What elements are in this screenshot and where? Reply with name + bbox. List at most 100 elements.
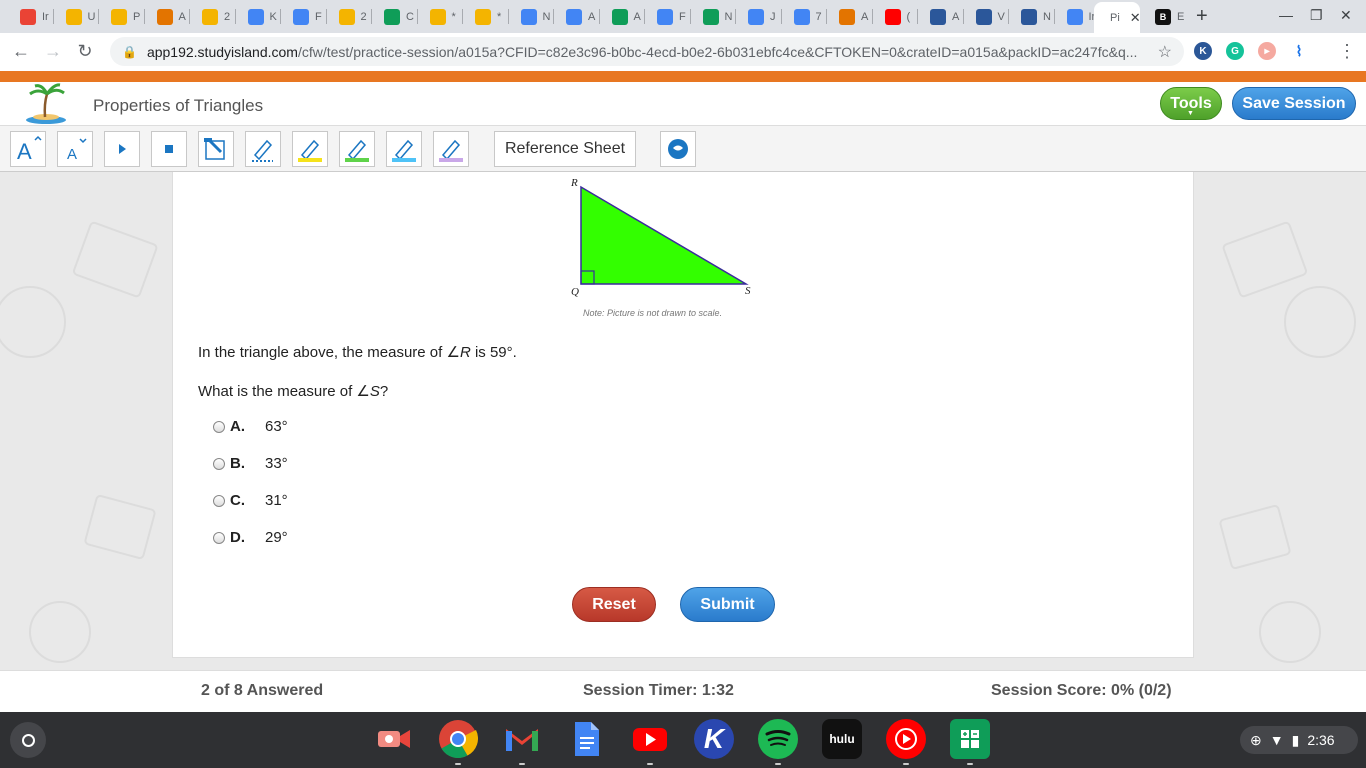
browser-tab[interactable]: * [418,4,463,29]
chrome-menu-icon[interactable]: ⋮ [1338,41,1356,62]
answer-choice-d[interactable]: D. 29° [213,529,288,546]
address-bar[interactable]: 🔒 app192.studyisland.com/cfw/test/practi… [110,37,1184,66]
highlighter-green-icon[interactable] [339,131,375,167]
launcher-icon[interactable] [10,722,46,758]
kami-extension-icon[interactable]: K [1194,42,1212,60]
choice-value: 33° [265,455,288,472]
back-icon[interactable]: ← [10,41,32,62]
chat-icon[interactable] [660,131,696,167]
browser-tab[interactable]: F [645,4,691,29]
stop-icon[interactable] [151,131,187,167]
youtube-icon[interactable] [630,719,670,759]
os-shelf: K hulu ⊕ ▼ ▮ 2:36 [0,712,1366,768]
screencastify-extension-icon[interactable]: ▸ [1258,42,1276,60]
drive-icon [611,8,628,25]
radio-button[interactable] [213,457,225,470]
browser-tab[interactable]: U [54,4,99,29]
b-icon: B [1155,8,1171,25]
kahoot-icon[interactable]: K [694,719,734,759]
url-path: /cfw/test/practice-session/a015a?CFID=c8… [297,43,1138,60]
font-decrease-icon[interactable]: A [57,131,93,167]
forward-icon[interactable]: → [42,41,64,62]
grammarly-extension-icon[interactable]: G [1226,42,1244,60]
font-increase-icon[interactable]: A [10,131,46,167]
screencast-icon[interactable] [374,719,414,759]
close-window-icon[interactable]: ✕ [1340,7,1352,24]
submit-button[interactable]: Submit [680,587,775,622]
minimize-icon[interactable]: — [1279,7,1293,23]
browser-tab[interactable]: J [736,4,782,29]
answer-choice-a[interactable]: A. 63° [213,418,288,435]
answer-choice-c[interactable]: C. 31° [213,492,288,509]
slides-icon [475,8,491,25]
browser-tab[interactable]: 7 [782,4,827,29]
gmail-icon[interactable] [502,719,542,759]
google-icon [793,8,810,25]
browser-tab[interactable]: F [281,4,327,29]
browser-tab[interactable]: N [691,4,736,29]
page-title: Properties of Triangles [93,96,264,115]
session-timer: Session Timer: 1:32 [583,682,734,699]
tab-label: F [679,10,686,23]
new-tab-icon[interactable]: + [1196,5,1208,28]
browser-tab[interactable]: 2 [190,4,236,29]
tools-button[interactable]: Tools ▼ [1160,87,1222,120]
restore-icon[interactable]: ❐ [1310,7,1323,24]
classroom-icon [384,8,400,25]
stem-suffix: is 59°. [470,344,517,361]
radio-button[interactable] [213,420,225,433]
sheets-icon[interactable] [950,719,990,759]
tab-active[interactable]: Pi ✕ [1094,2,1140,33]
youtube-music-icon[interactable] [886,719,926,759]
running-indicator [775,763,781,765]
browser-tab[interactable]: N [509,4,554,29]
radio-button[interactable] [213,531,225,544]
choice-letter: D. [230,529,245,546]
browser-tab[interactable]: A [827,4,873,29]
reference-sheet-button[interactable]: Reference Sheet [494,131,636,167]
save-session-button[interactable]: Save Session [1232,87,1356,120]
browser-tab[interactable]: N [1009,4,1055,29]
highlighter-blue-icon[interactable] [386,131,422,167]
browser-tab[interactable]: Ir [8,4,54,29]
browser-tab[interactable]: A [600,4,645,29]
browser-tab[interactable]: K [236,4,281,29]
docs-icon[interactable] [566,719,606,759]
svg-text:A: A [67,146,77,163]
browser-tab[interactable]: V [964,4,1009,29]
hulu-icon[interactable]: hulu [822,719,862,759]
line-reader-icon[interactable] [198,131,234,167]
docs-icon [657,8,673,25]
browser-tab[interactable]: ( [873,4,918,29]
radio-button[interactable] [213,494,225,507]
chrome-icon[interactable] [438,719,478,759]
play-icon[interactable] [104,131,140,167]
running-indicator [647,763,653,765]
system-tray[interactable]: ⊕ ▼ ▮ 2:36 [1240,726,1358,754]
browser-tab[interactable]: A [554,4,600,29]
browser-tab[interactable]: 2 [327,4,372,29]
answer-choice-b[interactable]: B. 33° [213,455,288,472]
read-write-extension-icon[interactable]: ⌇ [1290,42,1308,60]
reset-button[interactable]: Reset [572,587,656,622]
choice-value: 63° [265,418,288,435]
bookmark-star-icon[interactable]: ☆ [1158,42,1172,62]
eraser-icon[interactable] [433,131,469,167]
spotify-icon[interactable] [758,719,798,759]
highlighter-yellow-icon[interactable] [292,131,328,167]
chevron-down-icon: ▼ [1187,110,1194,117]
tab-close-icon[interactable]: ✕ [1130,10,1140,26]
browser-tab[interactable]: P [99,4,145,29]
browser-tab[interactable]: C [372,4,418,29]
slides-icon [338,8,355,25]
music-icon [1021,8,1037,25]
browser-tab[interactable]: A [918,4,964,29]
wifi-icon: ▼ [1269,732,1284,748]
browser-tab[interactable]: * [463,4,509,29]
pen-blue-icon[interactable] [245,131,281,167]
tab-next[interactable]: B E [1143,4,1185,29]
battery-icon: ▮ [1291,731,1300,748]
tab-label: * [497,10,502,23]
browser-tab[interactable]: A [145,4,190,29]
reload-icon[interactable]: ↻ [74,41,96,62]
